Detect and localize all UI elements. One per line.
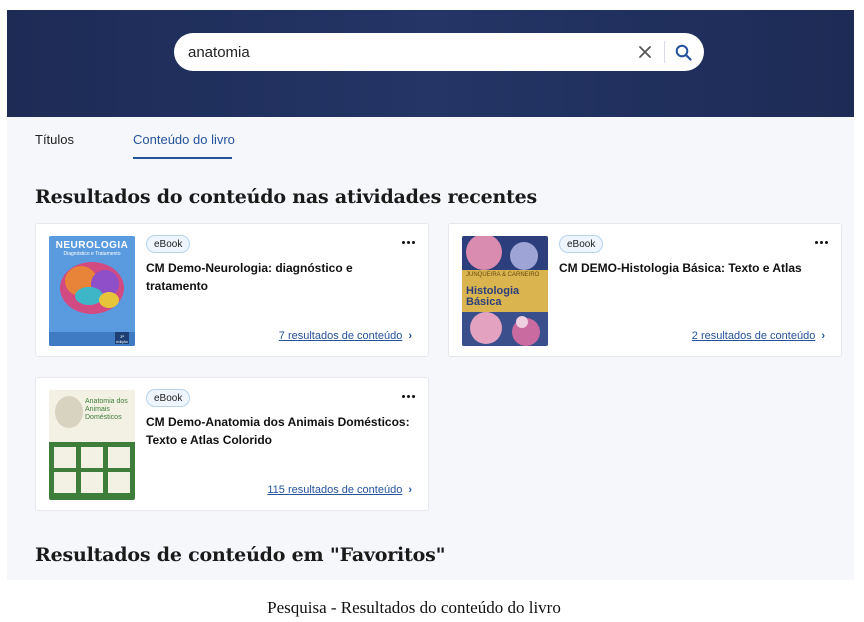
search-icon [675, 44, 692, 61]
book-card[interactable]: JUNQUEIRA & CARNEIRO Histologia Básica e… [448, 223, 842, 357]
book-cover: JUNQUEIRA & CARNEIRO Histologia Básica [462, 236, 548, 346]
ebook-badge: eBook [559, 235, 604, 253]
results-count: 7 resultados de conteúdo [278, 330, 403, 342]
recent-section-title: Resultados do conteúdo nas atividades re… [35, 186, 538, 208]
tab-book-content[interactable]: Conteúdo do livro [133, 132, 235, 160]
book-title[interactable]: CM Demo-Neurologia: diagnóstico e tratam… [146, 259, 416, 295]
close-icon [639, 46, 651, 58]
more-options-button[interactable] [813, 236, 829, 248]
search-header [7, 10, 854, 117]
search-divider [664, 41, 665, 63]
more-options-button[interactable] [400, 236, 416, 248]
figure-caption: Pesquisa - Resultados do conteúdo do liv… [267, 598, 561, 617]
favorites-section-title: Resultados de conteúdo em "Favoritos" [35, 544, 446, 566]
tab-titles[interactable]: Títulos [35, 132, 74, 160]
chevron-right-icon: › [821, 330, 825, 342]
book-title[interactable]: CM DEMO-Histologia Básica: Texto e Atlas [559, 259, 829, 277]
book-card[interactable]: Anatomia dos Animais Domésticos eBook CM… [35, 377, 429, 511]
app-window: Títulos Conteúdo do livro Resultados do … [7, 10, 854, 580]
book-title[interactable]: CM Demo-Anatomia dos Animais Domésticos:… [146, 413, 416, 449]
results-count: 2 resultados de conteúdo [691, 330, 816, 342]
book-card[interactable]: NEUROLOGIA Diagnóstico e Tratamento 3ª e… [35, 223, 429, 357]
book-cover: NEUROLOGIA Diagnóstico e Tratamento 3ª e… [49, 236, 135, 346]
cover-title: Anatomia dos Animais Domésticos [85, 398, 128, 421]
more-options-button[interactable] [400, 390, 416, 402]
book-cover: Anatomia dos Animais Domésticos [49, 390, 135, 500]
cover-title: NEUROLOGIA [55, 240, 129, 251]
cover-title: Histologia Básica [466, 285, 520, 308]
results-count: 115 resultados de conteúdo [267, 484, 403, 496]
cover-authors: JUNQUEIRA & CARNEIRO [466, 272, 540, 278]
chevron-right-icon: › [408, 330, 412, 342]
content-results-link[interactable]: 7 resultados de conteúdo › [279, 330, 412, 342]
ebook-badge: eBook [146, 389, 191, 407]
search-input[interactable] [188, 40, 608, 64]
search-bar [174, 33, 704, 71]
active-tab-indicator [133, 157, 232, 159]
content-results-link[interactable]: 115 resultados de conteúdo › [267, 484, 412, 496]
search-button[interactable] [671, 41, 695, 63]
cover-subtitle: Diagnóstico e Tratamento [63, 251, 121, 257]
ebook-badge: eBook [146, 235, 191, 253]
content-results-link[interactable]: 2 resultados de conteúdo › [692, 330, 825, 342]
cover-edition: 3ª edição [116, 334, 128, 344]
chevron-right-icon: › [408, 484, 412, 496]
clear-search-button[interactable] [635, 42, 655, 62]
